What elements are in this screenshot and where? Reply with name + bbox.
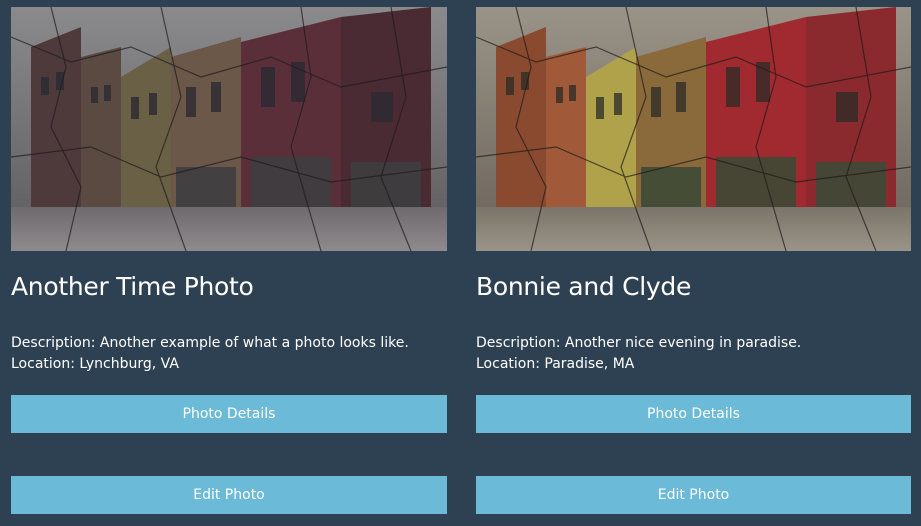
photo-title: Another Time Photo	[11, 272, 254, 301]
photo-thumbnail	[11, 7, 447, 251]
edit-photo-button[interactable]: Edit Photo	[11, 476, 447, 514]
photo-details-button[interactable]: Photo Details	[11, 395, 447, 433]
photo-card: Another Time Photo Description: Another …	[11, 7, 447, 514]
street-photo-image	[11, 7, 447, 251]
photo-location: Location: Lynchburg, VA	[11, 356, 179, 372]
street-photo-image	[476, 7, 911, 251]
photo-info: Description: Another example of what a p…	[11, 333, 409, 375]
photo-info: Description: Another nice evening in par…	[476, 333, 801, 375]
edit-photo-button[interactable]: Edit Photo	[476, 476, 911, 514]
photo-card: Bonnie and Clyde Description: Another ni…	[476, 7, 911, 514]
photo-grid: Another Time Photo Description: Another …	[0, 0, 921, 526]
photo-description: Description: Another example of what a p…	[11, 335, 409, 351]
photo-title: Bonnie and Clyde	[476, 272, 692, 301]
photo-location: Location: Paradise, MA	[476, 356, 635, 372]
photo-description: Description: Another nice evening in par…	[476, 335, 802, 351]
photo-details-button[interactable]: Photo Details	[476, 395, 911, 433]
photo-thumbnail	[476, 7, 911, 251]
